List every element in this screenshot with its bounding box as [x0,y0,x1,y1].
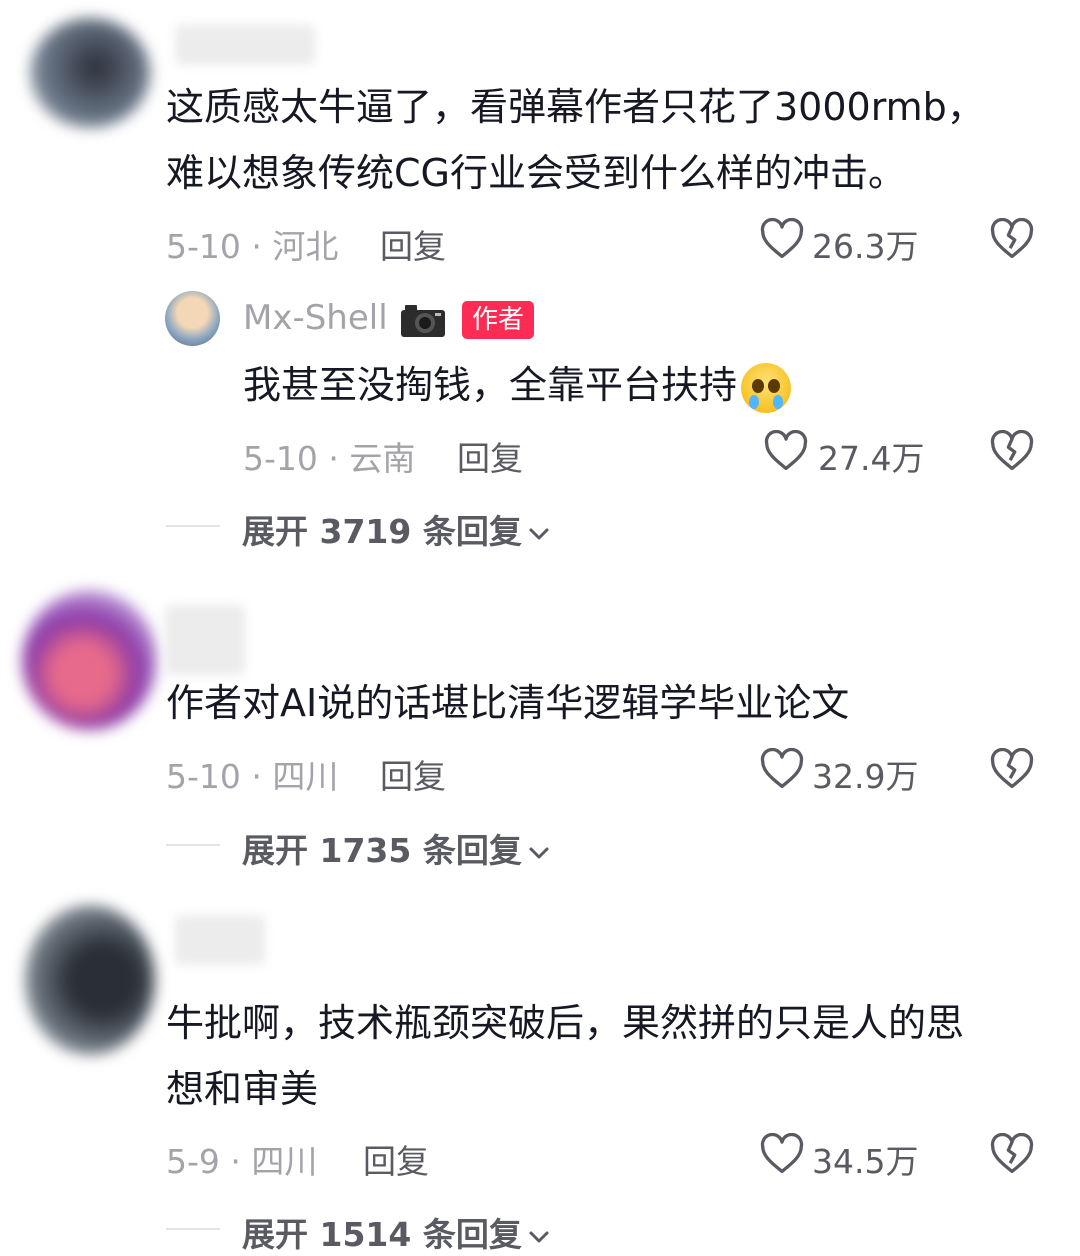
author-avatar[interactable] [165,291,220,346]
expand-replies-label: 展开 1514 条回复 [242,1215,522,1254]
reply-button[interactable]: 回复 [380,750,446,798]
heart-outline-icon[interactable] [760,748,804,790]
comment-text-line: 想和审美 [166,1067,319,1111]
chevron-down-icon [529,528,549,539]
heart-outline-icon[interactable] [760,218,804,260]
comment-date-location: 5-9 · 四川 [166,1142,318,1181]
expand-divider [166,525,220,527]
reply-button[interactable]: 回复 [363,1135,429,1183]
expand-replies-label: 展开 1735 条回复 [242,831,522,870]
heart-outline-icon[interactable] [760,1133,804,1175]
reply-button[interactable]: 回复 [457,432,523,480]
expand-replies-label: 展开 3719 条回复 [242,512,522,551]
broken-heart-icon[interactable] [990,748,1034,790]
comment-text-line: 作者对AI说的话堪比清华逻辑学毕业论文 [166,681,850,725]
crying-face-emoji [741,362,792,413]
expand-replies-button[interactable]: 展开 3719 条回复 [242,505,550,553]
username-blurred[interactable] [175,25,315,65]
expand-divider [166,1228,220,1230]
avatar[interactable] [22,590,157,730]
comment-text-line: 这质感太牛逼了，看弹幕作者只花了3000rmb， [166,85,985,129]
avatar[interactable] [30,18,150,128]
like-count: 27.4万 [818,439,925,478]
broken-heart-icon[interactable] [990,218,1034,260]
comment-text-line: 牛批啊，技术瓶颈突破后，果然拼的只是人的思 [166,1001,965,1045]
username-blurred[interactable] [165,605,245,675]
heart-outline-icon[interactable] [764,430,808,472]
chevron-down-icon [529,1231,549,1242]
like-count: 34.5万 [812,1142,919,1181]
like-count: 32.9万 [812,757,919,796]
comment-text-line: 难以想象传统CG行业会受到什么样的冲击。 [166,151,906,195]
expand-replies-button[interactable]: 展开 1735 条回复 [242,824,550,872]
broken-heart-icon[interactable] [990,1133,1034,1175]
chevron-down-icon [529,847,549,858]
reply-button[interactable]: 回复 [380,220,446,268]
expand-replies-button[interactable]: 展开 1514 条回复 [242,1208,550,1256]
avatar[interactable] [25,905,155,1055]
author-name[interactable]: Mx-Shell [243,298,388,338]
reply-text: 我甚至没掏钱，全靠平台扶持 [243,352,792,418]
camera-icon [401,305,445,337]
like-count: 26.3万 [812,227,919,266]
expand-divider [166,844,220,846]
author-tag: 作者 [462,301,535,339]
reply-date-location: 5-10 · 云南 [243,439,416,478]
username-blurred[interactable] [175,915,265,965]
comment-date-location: 5-10 · 四川 [166,757,339,796]
comment-date-location: 5-10 · 河北 [166,227,339,266]
reply-text-content: 我甚至没掏钱，全靠平台扶持 [243,363,738,407]
broken-heart-icon[interactable] [990,430,1034,472]
